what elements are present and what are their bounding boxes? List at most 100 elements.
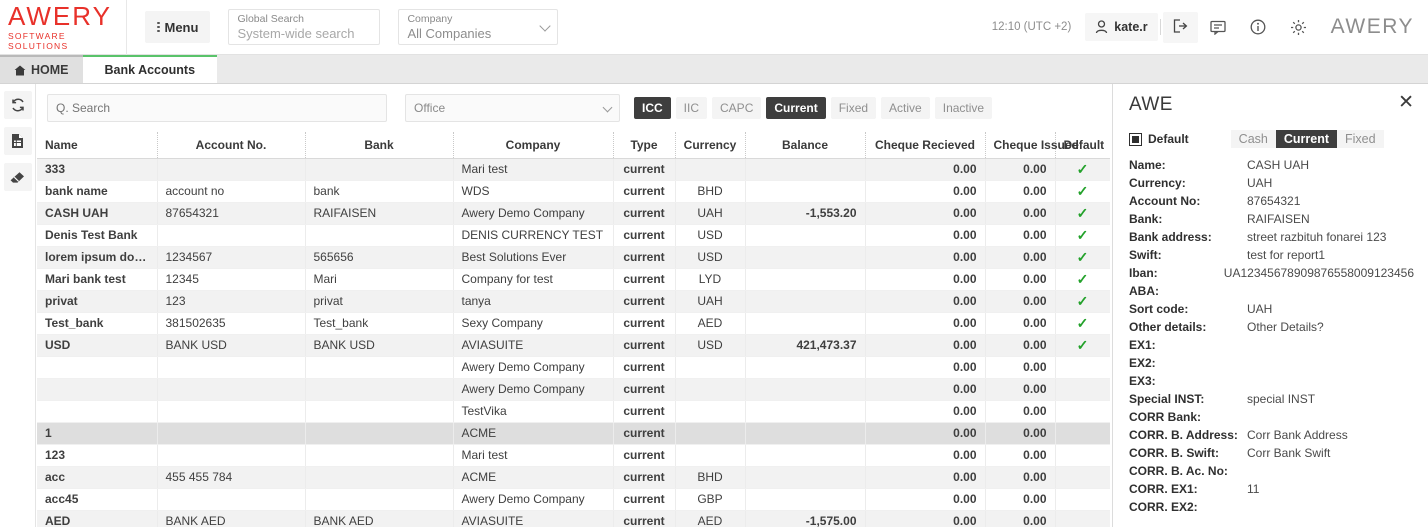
cell-cheque-received: 0.00 bbox=[865, 158, 985, 180]
cell-type: current bbox=[613, 466, 675, 488]
table-row[interactable]: Denis Test BankDENIS CURRENCY TESTcurren… bbox=[37, 224, 1110, 246]
col-company[interactable]: Company bbox=[453, 132, 613, 158]
segment-cash[interactable]: Cash bbox=[1231, 130, 1276, 148]
detail-field-key: Sort code: bbox=[1129, 302, 1247, 316]
segment-current[interactable]: Current bbox=[1276, 130, 1337, 148]
check-icon: ✓ bbox=[1077, 293, 1089, 309]
search-input[interactable] bbox=[47, 94, 387, 122]
col-type[interactable]: Type bbox=[613, 132, 675, 158]
filter-chip-iic[interactable]: IIC bbox=[676, 97, 707, 119]
filter-chip-label: ICC bbox=[642, 101, 663, 115]
col-balance[interactable]: Balance bbox=[745, 132, 865, 158]
bank-accounts-table[interactable]: Name Account No. Bank Company Type Curre… bbox=[37, 132, 1110, 527]
detail-field-value: Corr Bank Swift bbox=[1247, 446, 1330, 460]
cell-name: lorem ipsum dolor bbox=[37, 246, 157, 268]
detail-field-key: ABA: bbox=[1129, 284, 1247, 298]
cell-account-no bbox=[157, 422, 305, 444]
cell-name: USD bbox=[37, 334, 157, 356]
default-checkbox[interactable] bbox=[1129, 133, 1142, 146]
filter-chip-fixed[interactable]: Fixed bbox=[831, 97, 876, 119]
col-cheque-received[interactable]: Cheque Recieved bbox=[865, 132, 985, 158]
filter-chip-label: CAPC bbox=[720, 101, 753, 115]
filter-toolbar: Office ICC IIC CAPC Current Fixed Active… bbox=[37, 84, 1110, 132]
table-row[interactable]: 123Mari testcurrent0.000.00 bbox=[37, 444, 1110, 466]
chat-button[interactable] bbox=[1198, 20, 1238, 35]
table-row[interactable]: Awery Demo Companycurrent0.000.00 bbox=[37, 378, 1110, 400]
tab-home[interactable]: HOME bbox=[0, 55, 83, 83]
table-row[interactable]: USDBANK USDBANK USDAVIASUITEcurrentUSD42… bbox=[37, 334, 1110, 356]
cell-bank: RAIFAISEN bbox=[305, 202, 453, 224]
table-row[interactable]: 1ACMEcurrent0.000.00 bbox=[37, 422, 1110, 444]
user-menu[interactable]: kate.r bbox=[1085, 13, 1157, 41]
table-row[interactable]: CASH UAH87654321RAIFAISENAwery Demo Comp… bbox=[37, 202, 1110, 224]
close-icon[interactable]: ✕ bbox=[1398, 94, 1414, 112]
settings-button[interactable] bbox=[1278, 19, 1319, 36]
cell-company: TestVika bbox=[453, 400, 613, 422]
col-bank[interactable]: Bank bbox=[305, 132, 453, 158]
table-row[interactable]: 333Mari testcurrent0.000.00✓ bbox=[37, 158, 1110, 180]
cell-type: current bbox=[613, 334, 675, 356]
chevron-down-icon[interactable] bbox=[603, 102, 613, 112]
check-icon: ✓ bbox=[1077, 161, 1089, 177]
cell-name bbox=[37, 378, 157, 400]
cell-default: ✓ bbox=[1055, 312, 1110, 334]
cell-currency bbox=[675, 356, 745, 378]
filter-chip-capc[interactable]: CAPC bbox=[712, 97, 761, 119]
detail-panel-header: AWE ✕ bbox=[1129, 94, 1414, 116]
cell-bank bbox=[305, 466, 453, 488]
col-default[interactable]: Default bbox=[1055, 132, 1110, 158]
report-button[interactable] bbox=[4, 127, 32, 155]
cell-currency bbox=[675, 378, 745, 400]
col-account-no[interactable]: Account No. bbox=[157, 132, 305, 158]
logo-tagline: SOFTWARE SOLUTIONS bbox=[8, 31, 122, 51]
logout-button[interactable] bbox=[1163, 12, 1198, 43]
table-row[interactable]: privat123privattanyacurrentUAH0.000.00✓ bbox=[37, 290, 1110, 312]
cell-default: ✓ bbox=[1055, 334, 1110, 356]
cell-type: current bbox=[613, 444, 675, 466]
cell-default: ✓ bbox=[1055, 290, 1110, 312]
filter-chip-inactive[interactable]: Inactive bbox=[935, 97, 992, 119]
cell-account-no bbox=[157, 224, 305, 246]
cell-cheque-received: 0.00 bbox=[865, 378, 985, 400]
segment-fixed[interactable]: Fixed bbox=[1337, 130, 1384, 148]
table-row[interactable]: bank nameaccount nobankWDScurrentBHD0.00… bbox=[37, 180, 1110, 202]
table-row[interactable]: Awery Demo Companycurrent0.000.00 bbox=[37, 356, 1110, 378]
global-search-field[interactable]: Global Search System-wide search bbox=[228, 9, 380, 45]
filter-chip-icc[interactable]: ICC bbox=[634, 97, 671, 119]
detail-field-value: street razbituh fonarei 123 bbox=[1247, 230, 1386, 244]
detail-field-row: EX3: bbox=[1129, 374, 1414, 392]
cell-type: current bbox=[613, 180, 675, 202]
table-row[interactable]: Mari bank test12345MariCompany for testc… bbox=[37, 268, 1110, 290]
filter-chip-current[interactable]: Current bbox=[766, 97, 825, 119]
cell-cheque-received: 0.00 bbox=[865, 466, 985, 488]
table-row[interactable]: TestVikacurrent0.000.00 bbox=[37, 400, 1110, 422]
col-name[interactable]: Name bbox=[37, 132, 157, 158]
cell-currency: BHD bbox=[675, 180, 745, 202]
table-row[interactable]: Test_bank381502635Test_bankSexy Companyc… bbox=[37, 312, 1110, 334]
cell-cheque-issued: 0.00 bbox=[985, 268, 1055, 290]
cell-balance bbox=[745, 400, 865, 422]
company-selector[interactable]: Company All Companies bbox=[398, 9, 558, 45]
col-currency[interactable]: Currency bbox=[675, 132, 745, 158]
info-button[interactable] bbox=[1238, 19, 1278, 35]
table-row[interactable]: lorem ipsum dolor1234567565656Best Solut… bbox=[37, 246, 1110, 268]
menu-button[interactable]: Menu bbox=[145, 11, 210, 43]
default-checkbox-label: Default bbox=[1148, 132, 1189, 146]
office-select-label: Office bbox=[414, 101, 445, 115]
table-row[interactable]: acc455 455 784ACMEcurrentBHD0.000.00 bbox=[37, 466, 1110, 488]
cell-cheque-received: 0.00 bbox=[865, 444, 985, 466]
logo-divider bbox=[126, 0, 127, 55]
cell-company: Awery Demo Company bbox=[453, 202, 613, 224]
clear-button[interactable] bbox=[4, 163, 32, 191]
tab-bank-accounts[interactable]: Bank Accounts bbox=[83, 55, 218, 83]
office-select[interactable]: Office bbox=[405, 94, 620, 122]
cell-name: Test_bank bbox=[37, 312, 157, 334]
refresh-button[interactable] bbox=[4, 91, 32, 119]
filter-chip-label: Fixed bbox=[839, 101, 868, 115]
table-row[interactable]: AEDBANK AEDBANK AEDAVIASUITEcurrentAED-1… bbox=[37, 510, 1110, 527]
detail-field-value: test for report1 bbox=[1247, 248, 1325, 262]
filter-chip-active[interactable]: Active bbox=[881, 97, 930, 119]
col-cheque-issued[interactable]: Cheque Issued bbox=[985, 132, 1055, 158]
table-row[interactable]: acc45Awery Demo CompanycurrentGBP0.000.0… bbox=[37, 488, 1110, 510]
app-logo[interactable]: AWERY SOFTWARE SOLUTIONS bbox=[0, 3, 122, 51]
